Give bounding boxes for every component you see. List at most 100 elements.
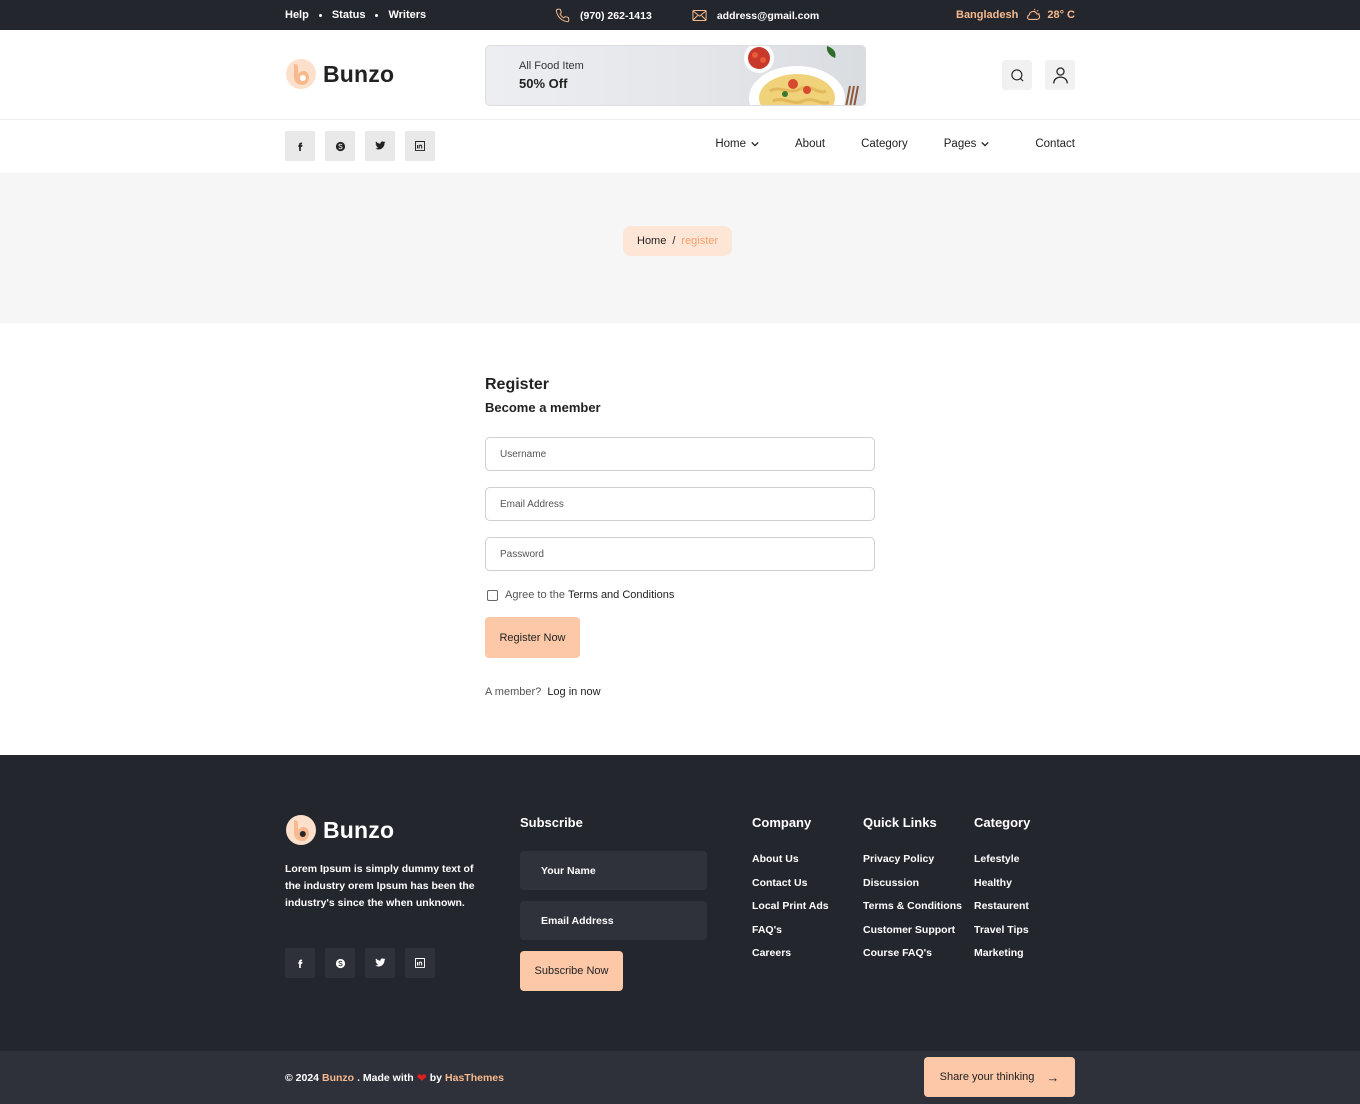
skype-icon [335, 141, 345, 151]
site-logo[interactable]: Bunzo [285, 58, 394, 90]
nav-home[interactable]: Home [715, 138, 759, 150]
weather-widget: Bangladesh 28° C [956, 7, 1075, 22]
temperature-text: 28° C [1047, 8, 1075, 21]
linkedin-button[interactable] [405, 948, 435, 978]
nav-home-label: Home [715, 138, 747, 150]
username-input[interactable] [485, 437, 875, 471]
brand-name: Bunzo [323, 60, 395, 87]
breadcrumb-home[interactable]: Home [637, 235, 666, 247]
footer-link[interactable]: Marketing [974, 947, 1029, 971]
nav-row: Home About Category Pages Contact [0, 120, 1360, 173]
writers-link[interactable]: Writers [388, 9, 426, 21]
footer-link[interactable]: Healthy [974, 877, 1029, 901]
email-address: address@gmail.com [716, 9, 820, 22]
status-link[interactable]: Status [332, 9, 366, 21]
footer-link[interactable]: Contact Us [752, 877, 829, 901]
phone-number: (970) 262-1413 [580, 9, 652, 22]
footer-link[interactable]: Lefestyle [974, 853, 1029, 877]
skype-button[interactable] [325, 948, 355, 978]
phone-icon [555, 8, 570, 23]
twitter-button[interactable] [365, 131, 395, 161]
footer-link[interactable]: Terms & Conditions [863, 900, 962, 924]
nav-category-label: Category [861, 138, 908, 150]
footer-link[interactable]: Restaurent [974, 900, 1029, 924]
cloud-sun-icon [1027, 8, 1041, 20]
agree-text: Agree to the [505, 589, 565, 601]
register-subtitle: Become a member [485, 400, 601, 415]
banner-line2: 50% Off [519, 76, 568, 91]
company-links: About Us Contact Us Local Print Ads FAQ'… [752, 853, 829, 971]
copyright-year: © 2024 [285, 1072, 320, 1084]
breadcrumb-separator: / [672, 235, 676, 247]
quick-links: Privacy Policy Discussion Terms & Condit… [863, 853, 962, 971]
nav-contact[interactable]: Contact [1035, 138, 1075, 150]
author-link[interactable]: HasThemes [445, 1072, 504, 1084]
footer-link[interactable]: Course FAQ's [863, 947, 962, 971]
footer-logo[interactable]: Bunzo [285, 814, 394, 846]
footer-link[interactable]: FAQ's [752, 924, 829, 948]
facebook-icon [298, 959, 303, 968]
skype-icon [335, 958, 345, 968]
facebook-button[interactable] [285, 948, 315, 978]
register-button[interactable]: Register Now [485, 617, 580, 658]
search-button[interactable] [1002, 60, 1032, 90]
terms-link[interactable]: Terms and Conditions [568, 589, 674, 601]
footer-link[interactable]: Travel Tips [974, 924, 1029, 948]
nav-pages[interactable]: Pages [944, 138, 990, 150]
arrow-right-icon: → [1046, 1069, 1060, 1085]
skype-button[interactable] [325, 131, 355, 161]
subscribe-name-input[interactable] [520, 851, 707, 890]
member-text: A member? [485, 686, 542, 698]
register-title: Register [485, 376, 550, 393]
nav-category[interactable]: Category [861, 138, 908, 150]
chevron-down-icon [981, 141, 990, 147]
category-title: Category [974, 815, 1031, 830]
breadcrumb: Home / register [623, 226, 733, 256]
help-link[interactable]: Help [285, 9, 309, 21]
nav-about[interactable]: About [795, 138, 825, 150]
separator-dot [318, 13, 322, 17]
nav-contact-label: Contact [1035, 138, 1075, 150]
phone-contact[interactable]: (970) 262-1413 [555, 8, 652, 23]
footer-link[interactable]: About Us [752, 853, 829, 877]
logo-icon [286, 815, 316, 845]
copyright-brand[interactable]: Bunzo [322, 1072, 354, 1084]
footer-link[interactable]: Local Print Ads [752, 900, 829, 924]
password-input[interactable] [485, 537, 875, 571]
page-banner: Home / register [0, 173, 1360, 323]
facebook-icon [298, 142, 303, 151]
email-contact[interactable]: address@gmail.com [692, 9, 819, 22]
subscribe-title: Subscribe [520, 815, 583, 830]
subscribe-button[interactable]: Subscribe Now [520, 951, 623, 991]
facebook-button[interactable] [285, 131, 315, 161]
account-button[interactable] [1045, 60, 1075, 90]
copyright: © 2024 Bunzo . Made with ❤ by HasThemes [285, 1071, 507, 1085]
logo-icon [286, 59, 316, 89]
twitter-icon [374, 958, 386, 967]
email-input[interactable] [485, 487, 875, 521]
company-title: Company [752, 815, 812, 830]
search-icon [1010, 68, 1024, 82]
promo-banner[interactable]: All Food Item 50% Off [485, 45, 866, 106]
terms-checkbox[interactable] [487, 589, 498, 601]
login-link[interactable]: Log in now [547, 686, 600, 698]
linkedin-icon [415, 958, 425, 968]
footer-link[interactable]: Careers [752, 947, 829, 971]
terms-agreement: Agree to the Terms and Conditions [487, 589, 674, 601]
footer-link[interactable]: Privacy Policy [863, 853, 962, 877]
banner-line1: All Food Item [519, 60, 584, 72]
linkedin-icon [415, 141, 425, 151]
subscribe-email-input[interactable] [520, 901, 707, 940]
footer-social-links [285, 948, 445, 978]
bottom-bar: © 2024 Bunzo . Made with ❤ by HasThemes … [0, 1051, 1360, 1104]
footer-link[interactable]: Customer Support [863, 924, 962, 948]
share-button[interactable]: Share your thinking → [924, 1057, 1075, 1097]
twitter-button[interactable] [365, 948, 395, 978]
footer-link[interactable]: Discussion [863, 877, 962, 901]
nav-about-label: About [795, 138, 826, 150]
linkedin-button[interactable] [405, 131, 435, 161]
chevron-down-icon [751, 141, 759, 147]
quick-links-title: Quick Links [863, 815, 937, 830]
made-with-text: . Made with [357, 1072, 414, 1084]
member-prompt: A member? Log in now [485, 686, 601, 698]
